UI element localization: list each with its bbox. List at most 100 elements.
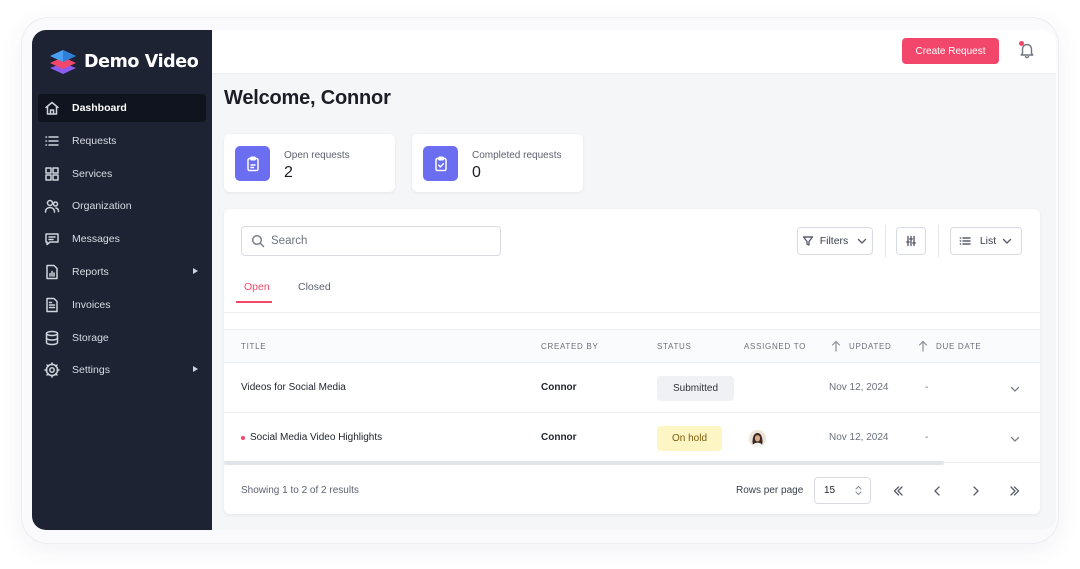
sidebar-item-services[interactable]: Services [38,160,206,188]
sidebar-item-label: Services [72,167,113,180]
filters-label: Filters [819,235,849,247]
column-header-assigned-to[interactable]: ASSIGNED TO [744,342,806,351]
search-box[interactable] [241,226,501,256]
grid-icon [43,165,61,183]
column-header-title[interactable]: TITLE [241,342,266,351]
sidebar-item-label: Invoices [72,298,111,311]
toolbar-divider [885,225,886,257]
column-header-created-by[interactable]: CREATED BY [541,342,599,351]
last-page-icon[interactable] [1008,484,1022,498]
sliders-icon [906,235,916,247]
search-icon [251,234,265,248]
sidebar-item-dashboard[interactable]: Dashboard [38,94,206,122]
sidebar-item-label: Messages [72,233,120,246]
brand[interactable]: Demo Video [32,30,212,94]
home-icon [43,99,61,117]
updown-arrows-icon [855,485,862,496]
sidebar-item-requests[interactable]: Requests [38,127,206,155]
bell-icon[interactable] [1018,41,1036,59]
caret-right-icon [193,366,198,373]
sidebar-item-messages[interactable]: Messages [38,225,206,253]
main-content: Create Request Welcome, Connor Open requ… [212,30,1056,530]
view-mode-button[interactable]: List [950,227,1022,255]
rows-per-page-value: 15 [824,485,836,496]
table-row[interactable]: Videos for Social Media Connor Submitted… [224,363,1040,413]
columns-button[interactable] [896,227,926,255]
sidebar-item-settings[interactable]: Settings [38,356,206,384]
tabs-divider [224,312,1040,313]
chevron-down-icon[interactable] [1009,382,1021,394]
active-tab-indicator [236,301,272,303]
pagination-summary: Showing 1 to 2 of 2 results [241,485,359,496]
first-page-icon[interactable] [891,484,905,498]
next-page-icon[interactable] [969,484,983,498]
rows-per-page-select[interactable]: 15 [814,477,871,504]
sidebar-item-invoices[interactable]: Invoices [38,291,206,319]
stat-card-completed: Completed requests 0 [412,134,583,192]
report-icon [43,263,61,281]
due-date: - [925,382,929,393]
avatar[interactable] [749,430,766,447]
stat-card-open: Open requests 2 [224,134,395,192]
app-window: Demo Video Dashboard Requests Services O… [32,30,1056,530]
column-header-due-date[interactable]: DUE DATE [936,342,981,351]
column-header-updated[interactable]: UPDATED [849,342,892,351]
chevron-down-icon [1002,238,1012,244]
users-icon [43,197,61,215]
filters-button[interactable]: Filters [797,227,873,255]
sidebar-item-reports[interactable]: Reports [38,258,206,286]
request-title[interactable]: Videos for Social Media [241,382,346,393]
status-badge: Submitted [657,376,734,401]
sidebar-item-storage[interactable]: Storage [38,324,206,352]
brand-name: Demo Video [84,52,199,72]
gear-icon [43,361,61,379]
list-icon [43,132,61,150]
page-title: Welcome, Connor [224,87,391,109]
filter-icon [802,236,813,246]
clipboard-icon [235,146,270,181]
sidebar-item-label: Storage [72,331,109,344]
sidebar-item-label: Dashboard [72,102,127,114]
chevron-down-icon[interactable] [1009,432,1021,444]
stat-label: Completed requests [472,150,562,161]
column-header-status[interactable]: STATUS [657,342,692,351]
notification-dot [1019,41,1024,46]
sidebar-item-label: Requests [72,134,117,147]
created-by: Connor [541,432,577,443]
toolbar-divider [938,225,939,257]
clipboard-check-icon [423,146,458,181]
database-icon [43,329,61,347]
updated-date: Nov 12, 2024 [829,382,889,393]
sidebar-item-label: Organization [72,200,132,213]
previous-page-icon[interactable] [930,484,944,498]
due-date: - [925,432,929,443]
stat-label: Open requests [284,150,350,161]
sort-arrow-up-icon[interactable] [918,339,928,352]
unread-dot [241,436,245,440]
tab-closed[interactable]: Closed [298,281,331,293]
stat-value: 2 [284,164,293,181]
requests-panel: Filters List Open Closed TITLE CREATED B… [224,209,1040,514]
table-row[interactable]: Social Media Video Highlights Connor On … [224,413,1040,463]
sidebar-item-label: Settings [72,364,110,377]
table-header: TITLE CREATED BY STATUS ASSIGNED TO UPDA… [224,329,1040,363]
status-badge: On hold [657,426,722,451]
horizontal-scrollbar[interactable] [224,461,944,465]
tab-open[interactable]: Open [244,281,270,293]
list-icon [959,237,971,245]
request-title[interactable]: Social Media Video Highlights [250,432,382,443]
caret-right-icon [193,267,198,274]
create-request-button[interactable]: Create Request [902,38,999,64]
message-icon [43,230,61,248]
created-by: Connor [541,382,577,393]
search-input[interactable] [271,235,491,247]
layers-logo-icon [48,47,78,77]
topbar: Create Request [212,30,1056,74]
sidebar-nav: Dashboard Requests Services Organization… [32,94,212,384]
stat-value: 0 [472,164,481,181]
sidebar-item-organization[interactable]: Organization [38,192,206,220]
chevron-down-icon [858,238,867,244]
sidebar-item-label: Reports [72,265,109,278]
sort-arrow-up-icon[interactable] [831,339,841,352]
rows-per-page-label: Rows per page [736,485,804,496]
